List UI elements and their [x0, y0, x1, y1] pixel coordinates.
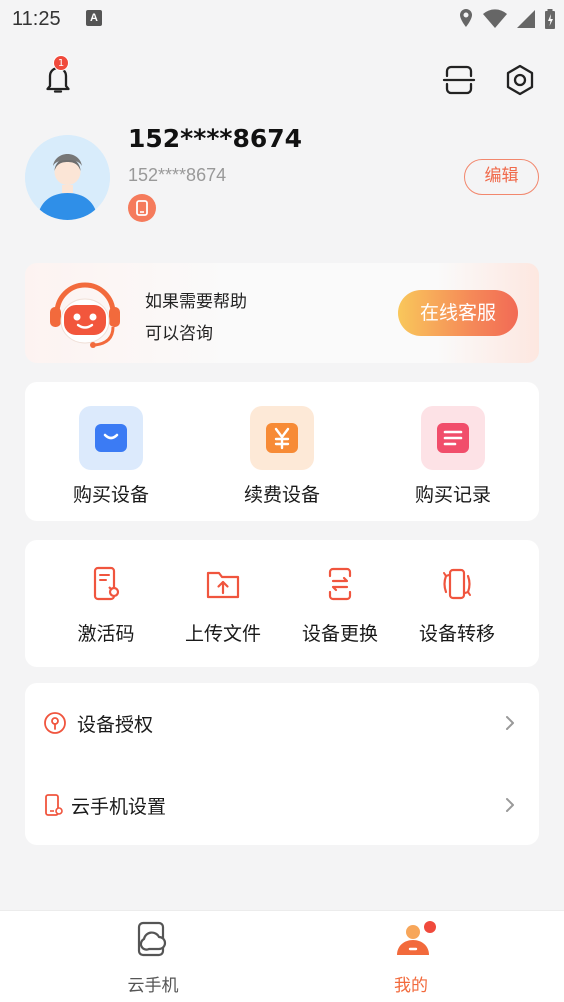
purchase-records-label: 购买记录: [414, 484, 491, 506]
signal-icon: [517, 10, 535, 28]
battery-icon: [545, 9, 555, 29]
device-authorization-row[interactable]: 设备授权: [25, 683, 539, 763]
chevron-right-icon: [506, 716, 514, 730]
upload-file-label: 上传文件: [184, 623, 261, 645]
yen-icon: [250, 406, 314, 470]
help-card[interactable]: 如果需要帮助 可以咨询 在线客服: [25, 263, 539, 363]
activation-code-label: 激活码: [77, 623, 135, 645]
renew-device-label: 续费设备: [243, 484, 320, 506]
tab-cloud-phone[interactable]: 云手机: [12, 911, 294, 1002]
upload-folder-icon: [206, 571, 240, 599]
tab-notification-dot: [424, 921, 436, 933]
profile-phone: 152****8674: [128, 165, 227, 185]
chevron-right-icon: [506, 798, 514, 812]
avatar[interactable]: [25, 135, 110, 220]
authorization-icon: [44, 712, 66, 734]
activation-code-icon: [93, 566, 120, 601]
scan-icon[interactable]: [440, 62, 478, 98]
device-swap-icon: [328, 567, 352, 601]
settings-list-card: 设备授权 云手机设置: [25, 683, 539, 845]
buy-device-label: 购买设备: [72, 484, 149, 506]
status-bar: 11:25 A: [0, 0, 564, 38]
status-time: 11:25: [12, 8, 61, 30]
tools-card: 激活码 上传文件 设备更换 设备转移: [25, 540, 539, 667]
online-service-button[interactable]: 在线客服: [398, 290, 518, 336]
help-text-line2: 可以咨询: [145, 324, 213, 344]
wifi-icon: [483, 9, 507, 28]
device-tag: [128, 194, 156, 222]
purchase-records-button[interactable]: 购买记录: [383, 406, 523, 507]
profile-name: 152****8674: [128, 124, 303, 153]
cloud-phone-settings-row[interactable]: 云手机设置: [25, 765, 539, 845]
activation-code-button[interactable]: 激活码: [46, 564, 166, 646]
device-transfer-label: 设备转移: [418, 623, 495, 645]
phone-icon: [136, 200, 148, 216]
device-transfer-icon: [443, 568, 471, 600]
device-swap-button[interactable]: 设备更换: [280, 564, 400, 646]
tab-mine-label: 我的: [394, 976, 428, 996]
device-transfer-button[interactable]: 设备转移: [397, 564, 517, 646]
cloud-phone-settings-label: 云手机设置: [71, 795, 167, 818]
list-icon: [421, 406, 485, 470]
renew-device-button[interactable]: 续费设备: [212, 406, 352, 507]
cloud-phone-icon: [137, 921, 167, 957]
status-icons: [458, 6, 556, 32]
notification-app-icon: A: [86, 10, 102, 26]
buy-device-button[interactable]: 购买设备: [41, 406, 181, 507]
avatar-icon: [25, 135, 110, 220]
phone-settings-icon: [45, 794, 63, 816]
shopping-bag-icon: [79, 406, 143, 470]
upload-file-button[interactable]: 上传文件: [163, 564, 283, 646]
device-authorization-label: 设备授权: [77, 713, 154, 736]
device-swap-label: 设备更换: [301, 623, 378, 645]
help-text-line1: 如果需要帮助: [145, 292, 247, 312]
location-icon: [460, 9, 472, 27]
tab-cloud-phone-label: 云手机: [127, 976, 179, 996]
bottom-tab-bar: 云手机 我的: [0, 910, 564, 1002]
tab-mine[interactable]: 我的: [270, 911, 552, 1002]
settings-icon[interactable]: [500, 60, 540, 100]
edit-profile-button[interactable]: 编辑: [464, 159, 539, 195]
notification-badge: 1: [53, 55, 69, 71]
purchase-card: 购买设备 续费设备 购买记录: [25, 382, 539, 521]
customer-service-robot-icon: [50, 282, 120, 348]
